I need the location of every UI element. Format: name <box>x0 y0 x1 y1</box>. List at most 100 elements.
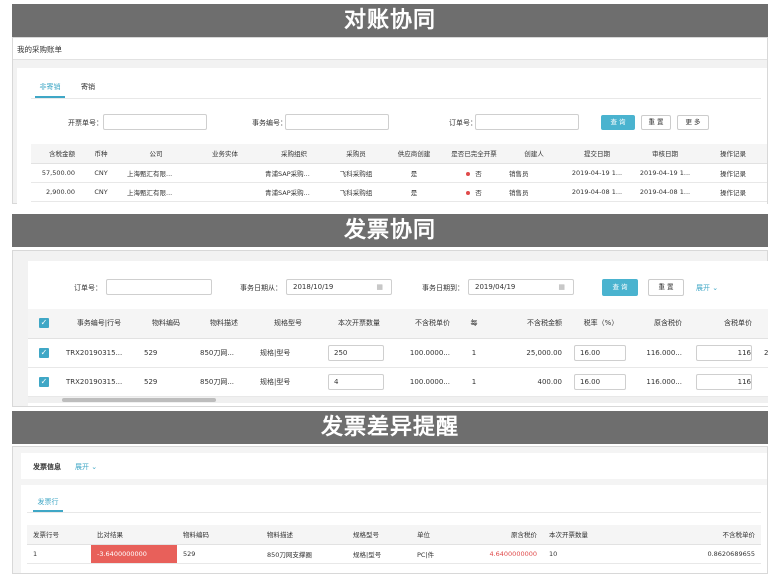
column-header: 不含税单价 <box>396 309 456 339</box>
invoice-no-input[interactable] <box>103 114 207 130</box>
cell-material-code: 529 <box>138 367 194 397</box>
chevron-down-icon: ⌄ <box>712 284 719 292</box>
cell-gross-price: 116 <box>688 338 758 368</box>
cell-entity <box>189 182 261 202</box>
page-title: 我的采购账单 <box>17 45 62 54</box>
column-header: 不含税金额 <box>492 309 568 339</box>
banner-invoice-diff: 发票差异提醒 <box>12 411 768 444</box>
order-no-input[interactable] <box>475 114 579 130</box>
column-header: 提交日期 <box>563 144 631 164</box>
cell-amount: 57,500.00 <box>31 163 79 183</box>
column-header: 发票行号 <box>27 525 91 545</box>
column-header: 物料编码 <box>138 309 194 339</box>
column-header: 原含税价 <box>634 309 688 339</box>
column-header: 业务实体 <box>189 144 261 164</box>
order-no-input[interactable] <box>106 279 212 295</box>
cell-per: 1 <box>456 338 492 368</box>
column-header: 单位 <box>411 525 467 545</box>
invoice-table: ✓ 事务编号|行号 物料编码 物料描述 规格型号 本次开票数量 不含税单价 每 … <box>28 309 768 397</box>
status-dot-icon <box>466 171 471 176</box>
invoice-qty-input[interactable]: 4 <box>328 373 384 390</box>
table-row[interactable]: ✓ TRX20190315... 529 850刀网... 规格|型号 250 … <box>28 338 768 368</box>
cell-transaction-no: TRX20190315... <box>60 367 138 397</box>
cell-review-date: 2019-04-08 1... <box>631 182 699 202</box>
operation-log-link[interactable]: 操作记录 <box>699 163 767 183</box>
invoice-info-label: 发票信息 <box>33 463 61 471</box>
invoice-collab-panel: 订单号： 事务日期从： 2018/10/19 ▦ 事务日期到： 2019/04/… <box>12 250 768 407</box>
tab-divider <box>27 512 761 513</box>
cell-material-desc: 850刀网支撑圈 <box>261 544 347 564</box>
cell-submit-date: 2019-04-08 1... <box>563 182 631 202</box>
column-header: 税率（%） <box>568 309 634 339</box>
query-button[interactable]: 查 询 <box>602 279 638 296</box>
table-header: 发票行号 比对结果 物料编码 物料描述 规格型号 单位 原含税价 本次开票数量 … <box>27 525 761 545</box>
gross-price-input[interactable]: 116 <box>696 344 752 361</box>
more-button[interactable]: 更 多 <box>677 115 709 130</box>
cell-invoice-qty: 250 <box>322 338 396 368</box>
column-header: 审核日期 <box>631 144 699 164</box>
cell-material-desc: 850刀网... <box>194 338 254 368</box>
query-button[interactable]: 查 询 <box>601 115 635 130</box>
tab-invoice-line[interactable]: 发票行 <box>33 497 63 512</box>
expand-link[interactable]: 展开 ⌄ <box>75 462 97 472</box>
cell-supplier-created: 是 <box>385 182 443 202</box>
row-checkbox[interactable]: ✓ <box>28 367 60 397</box>
cell-creator: 销售员 <box>505 163 563 183</box>
table-row[interactable]: ✓ TRX20190315... 529 850刀网... 规格|型号 4 10… <box>28 367 768 397</box>
column-header: 物料编码 <box>177 525 261 545</box>
column-header: 操作记录 <box>699 144 767 164</box>
chevron-down-icon: ⌄ <box>91 463 98 471</box>
operation-log-link[interactable]: 操作记录 <box>699 182 767 202</box>
column-header: 币种 <box>79 144 123 164</box>
cell-unit-price: 100.0000... <box>396 367 456 397</box>
tax-rate-input[interactable]: 16.00 <box>574 344 626 361</box>
column-header: 供应商创建 <box>385 144 443 164</box>
invoice-card: 订单号： 事务日期从： 2018/10/19 ▦ 事务日期到： 2019/04/… <box>28 261 768 406</box>
date-to-input[interactable]: 2019/04/19 ▦ <box>468 279 574 295</box>
cell-currency: CNY <box>79 182 123 202</box>
column-header: 含税金额 <box>31 144 79 164</box>
expand-link[interactable]: 展开 ⌄ <box>696 283 718 293</box>
cell-orig-price: 116.000... <box>634 367 688 397</box>
invoice-qty-input[interactable]: 250 <box>328 344 384 361</box>
date-from-input[interactable]: 2018/10/19 ▦ <box>286 279 392 295</box>
bill-table: 含税金额 币种 公司 业务实体 采购组织 采购员 供应商创建 是否已完全开票 创… <box>31 144 767 202</box>
tab-non-consignment[interactable]: 非寄销 <box>35 82 65 98</box>
reset-button[interactable]: 重 置 <box>641 115 671 130</box>
cell-amount: 2,900.00 <box>31 182 79 202</box>
cell-purchasing-org: 青浦SAP采购... <box>261 163 327 183</box>
column-header: 规格型号 <box>254 309 322 339</box>
table-row[interactable]: 1 -3.6400000000 529 850刀网支撑圈 规格|型号 PC|件 … <box>27 544 761 564</box>
cell-spec: 规格|型号 <box>254 338 322 368</box>
horizontal-scrollbar[interactable] <box>28 397 768 403</box>
cell-net-amount: 25,000.00 <box>492 338 568 368</box>
table-row[interactable]: 57,500.00 CNY 上海甄汇有限... 青浦SAP采购... 飞科采购组… <box>31 163 767 183</box>
cell-currency: CNY <box>79 163 123 183</box>
cell-tax-rate: 16.00 <box>568 338 634 368</box>
select-all-checkbox[interactable]: ✓ <box>28 309 60 339</box>
business-no-label: 事务编号： <box>252 119 287 127</box>
reconciliation-panel: 我的采购账单 非寄销 寄销 开票单号： 事务编号： 订单号： 查 询 重 置 更… <box>12 37 768 204</box>
cell-tax-rate: 16.00 <box>568 367 634 397</box>
date-from-label: 事务日期从： <box>240 284 282 292</box>
reset-button[interactable]: 重 置 <box>648 279 684 296</box>
column-header: 事务编号|行号 <box>60 309 138 339</box>
tax-rate-input[interactable]: 16.00 <box>574 373 626 390</box>
cell-creator: 销售员 <box>505 182 563 202</box>
calendar-icon: ▦ <box>558 283 565 291</box>
column-header: 本次开票数量 <box>543 525 643 545</box>
cell-net-amount: 400.00 <box>492 367 568 397</box>
cell-spec: 规格|型号 <box>254 367 322 397</box>
column-header: 创建人 <box>505 144 563 164</box>
gross-price-input[interactable]: 116 <box>696 373 752 390</box>
row-checkbox[interactable]: ✓ <box>28 338 60 368</box>
cell-per: 1 <box>456 367 492 397</box>
bill-card: 非寄销 寄销 开票单号： 事务编号： 订单号： 查 询 重 置 更 多 含税金额… <box>17 68 767 204</box>
cell-supplier-created: 是 <box>385 163 443 183</box>
date-to-label: 事务日期到： <box>422 284 464 292</box>
business-no-input[interactable] <box>285 114 389 130</box>
table-row[interactable]: 2,900.00 CNY 上海甄汇有限... 青浦SAP采购... 飞科采购组 … <box>31 182 767 202</box>
invoice-no-label: 开票单号： <box>68 119 103 127</box>
tab-consignment[interactable]: 寄销 <box>73 82 103 92</box>
scrollbar-thumb[interactable] <box>62 398 216 402</box>
